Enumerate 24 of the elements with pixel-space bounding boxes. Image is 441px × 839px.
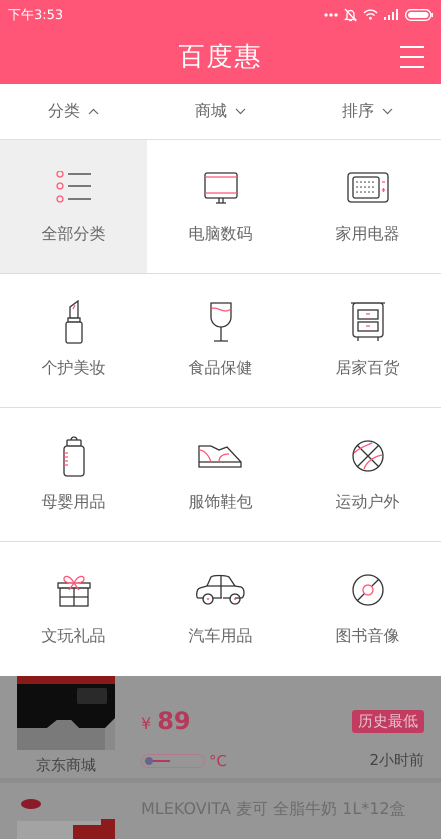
- wine-glass-icon: [208, 302, 232, 342]
- lipstick-icon: [64, 302, 82, 342]
- filter-tab[interactable]: 排序: [342, 95, 393, 128]
- filter-tab[interactable]: 商城: [195, 95, 246, 128]
- chevron-icon: [382, 108, 393, 115]
- price: ¥ 89: [141, 707, 191, 735]
- category-item[interactable]: 全部分类: [0, 140, 147, 274]
- more-dots-icon: [324, 12, 338, 17]
- baby-bottle-icon: [62, 436, 84, 476]
- cabinet-icon: [350, 302, 386, 342]
- post-time: 2小时前: [369, 751, 424, 770]
- lowest-price-tag: 历史最低: [352, 710, 424, 732]
- wifi-icon: [363, 9, 378, 20]
- chevron-icon: [235, 108, 246, 115]
- menu-button[interactable]: [400, 46, 424, 68]
- chevron-icon: [88, 108, 99, 115]
- temperature-unit: °C: [209, 752, 227, 770]
- filter-tab[interactable]: 分类: [48, 95, 99, 128]
- store-name: 京东商城: [36, 756, 96, 775]
- status-time: 下午3:53: [8, 6, 64, 24]
- battery-icon: [405, 8, 433, 21]
- app-title: 百度惠: [178, 41, 262, 74]
- bell-off-icon: [344, 8, 357, 22]
- signal-icon: [384, 9, 399, 20]
